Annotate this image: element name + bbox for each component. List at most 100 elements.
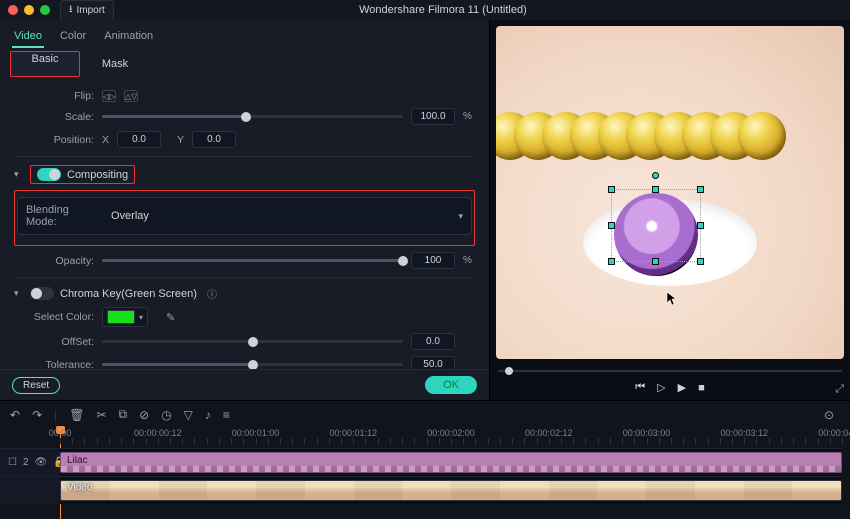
blending-mode-dropdown[interactable]: Blending Mode: Overlay ▾ <box>17 197 472 235</box>
import-button[interactable]: ⭳ Import <box>60 0 114 21</box>
minimize-window-icon[interactable] <box>24 5 34 15</box>
scale-unit: % <box>463 111 475 122</box>
scale-label: Scale: <box>14 111 94 123</box>
compositing-toggle-highlight: Compositing <box>30 165 135 184</box>
ruler-tick-label: 00:00:03:12 <box>720 428 768 438</box>
compositing-section: ▾ Compositing Blending Mode: Overlay ▾ O… <box>14 156 475 269</box>
select-color-row: Select Color: ▾ ✎ <box>14 307 475 327</box>
ruler-tick-label: 00:00:01:00 <box>232 428 280 438</box>
reset-button[interactable]: Reset <box>12 377 60 394</box>
inspector-panel: Video Color Animation Basic Mask Flip: ◁… <box>0 20 490 400</box>
tab-video[interactable]: Video <box>12 26 44 48</box>
import-icon: ⭳ <box>69 2 73 19</box>
offset-row: OffSet: 0.0 <box>14 333 475 350</box>
fullscreen-icon[interactable]: ⤢ <box>835 383 844 396</box>
ok-button[interactable]: OK <box>425 376 477 394</box>
blending-mode-value: Overlay <box>111 210 448 222</box>
delete-icon[interactable]: 🗑 <box>69 408 84 422</box>
select-color-label: Select Color: <box>14 311 94 323</box>
position-x-value[interactable]: 0.0 <box>117 131 161 148</box>
marker-icon[interactable]: ▽ <box>184 408 193 422</box>
tolerance-value[interactable]: 50.0 <box>411 356 455 369</box>
clip-lilac-label: Lilac <box>67 455 88 466</box>
preview-scrubber[interactable] <box>498 365 842 377</box>
scale-row: Scale: 100.0 % <box>14 108 475 125</box>
chevron-down-icon: ▾ <box>139 313 143 322</box>
position-y-value[interactable]: 0.0 <box>192 131 236 148</box>
step-back-button[interactable]: ⏮ <box>635 381 645 394</box>
position-row: Position: X 0.0 Y 0.0 <box>14 131 475 148</box>
play-button[interactable]: ▶ <box>678 381 686 394</box>
info-icon[interactable]: ⓘ <box>207 286 217 301</box>
timeline-settings-icon[interactable]: ⊙ <box>824 408 834 422</box>
ruler-tick-label: 00:00:04:00 <box>818 428 850 438</box>
subtab-mask[interactable]: Mask <box>80 51 150 77</box>
chroma-title: Chroma Key(Green Screen) <box>60 288 197 300</box>
offset-value[interactable]: 0.0 <box>411 333 455 350</box>
cut-icon[interactable]: ✂ <box>96 408 106 422</box>
ruler-tick-label: 00:00:02:12 <box>525 428 573 438</box>
ruler-tick-label: 00:00 <box>49 428 72 438</box>
video-frame <box>496 26 844 359</box>
position-y-label: Y <box>177 134 184 146</box>
timer-icon[interactable]: ◷ <box>161 408 171 422</box>
chevron-down-icon[interactable]: ▾ <box>14 169 24 180</box>
opacity-row: Opacity: 100 % <box>14 252 475 269</box>
maximize-window-icon[interactable] <box>40 5 50 15</box>
stop-button[interactable]: ■ <box>698 382 705 394</box>
opacity-value[interactable]: 100 <box>411 252 455 269</box>
speed-icon[interactable]: ⊘ <box>139 408 149 422</box>
scale-value[interactable]: 100.0 <box>411 108 455 125</box>
chevron-down-icon[interactable]: ▾ <box>14 288 24 299</box>
clip-video[interactable]: Video <box>60 480 842 501</box>
flip-label: Flip: <box>14 90 94 102</box>
subtab-basic[interactable]: Basic <box>10 51 80 77</box>
chroma-section: ▾ Chroma Key(Green Screen) ⓘ Select Colo… <box>14 277 475 369</box>
window-controls <box>8 5 50 15</box>
track-badge: 2 <box>23 457 29 468</box>
titlebar: ⭳ Import Wondershare Filmora 11 (Untitle… <box>0 0 850 20</box>
track-lane-2[interactable]: Video <box>60 476 842 504</box>
tolerance-row: Tolerance: 50.0 <box>14 356 475 369</box>
flip-vertical-button[interactable]: △▽ <box>124 90 138 102</box>
list-icon[interactable]: ≡ <box>223 408 230 422</box>
tab-animation[interactable]: Animation <box>102 26 155 48</box>
preview-viewport[interactable] <box>496 26 844 359</box>
offset-slider[interactable] <box>102 336 403 348</box>
close-window-icon[interactable] <box>8 5 18 15</box>
preview-pane: ⏮ ▷ ▶ ■ ⤢ <box>490 20 850 400</box>
track-lane-1[interactable]: Lilac <box>60 448 842 476</box>
compositing-toggle[interactable] <box>37 168 61 181</box>
flip-horizontal-button[interactable]: ◁▷ <box>102 90 116 102</box>
track-link-icon[interactable]: ☐ <box>8 457 17 468</box>
track-visibility-icon[interactable]: 👁 <box>35 457 48 468</box>
scale-slider[interactable] <box>102 111 403 123</box>
eyedropper-icon[interactable]: ✎ <box>166 311 175 324</box>
crop-icon[interactable]: ⧉ <box>119 407 128 422</box>
undo-icon[interactable]: ↶ <box>10 408 20 422</box>
timeline-tools: ↶ ↷ | 🗑 ✂ ⧉ ⊘ ◷ ▽ ♪ ≡ ⊙ <box>0 401 850 428</box>
ruler-tick-label: 00:00:01:12 <box>329 428 377 438</box>
position-label: Position: <box>14 134 94 146</box>
opacity-slider[interactable] <box>102 255 403 267</box>
tab-color[interactable]: Color <box>58 26 88 48</box>
offset-label: OffSet: <box>14 336 94 348</box>
audio-icon[interactable]: ♪ <box>205 408 211 422</box>
ruler-tick-label: 00:00:03:00 <box>623 428 671 438</box>
tolerance-label: Tolerance: <box>14 359 94 370</box>
compositing-title: Compositing <box>67 169 128 181</box>
blending-mode-label: Blending Mode: <box>26 204 101 228</box>
ruler-tick-label: 00:00:00:12 <box>134 428 182 438</box>
ruler-tick-label: 00:00:02:00 <box>427 428 475 438</box>
transform-selection[interactable] <box>611 189 701 262</box>
clip-lilac[interactable]: Lilac <box>60 452 842 473</box>
chroma-toggle[interactable] <box>30 287 54 300</box>
chevron-down-icon: ▾ <box>458 211 463 222</box>
color-chip[interactable]: ▾ <box>102 307 148 327</box>
tolerance-slider[interactable] <box>102 359 403 370</box>
timeline-ruler[interactable]: 00:0000:00:00:1200:00:01:0000:00:01:1200… <box>60 428 842 448</box>
opacity-label: Opacity: <box>14 255 94 267</box>
redo-icon[interactable]: ↷ <box>32 408 42 422</box>
timeline: ↶ ↷ | 🗑 ✂ ⧉ ⊘ ◷ ▽ ♪ ≡ ⊙ 00:00 00:00:00:12… <box>0 400 850 519</box>
play-pause-button[interactable]: ▷ <box>657 381 665 394</box>
